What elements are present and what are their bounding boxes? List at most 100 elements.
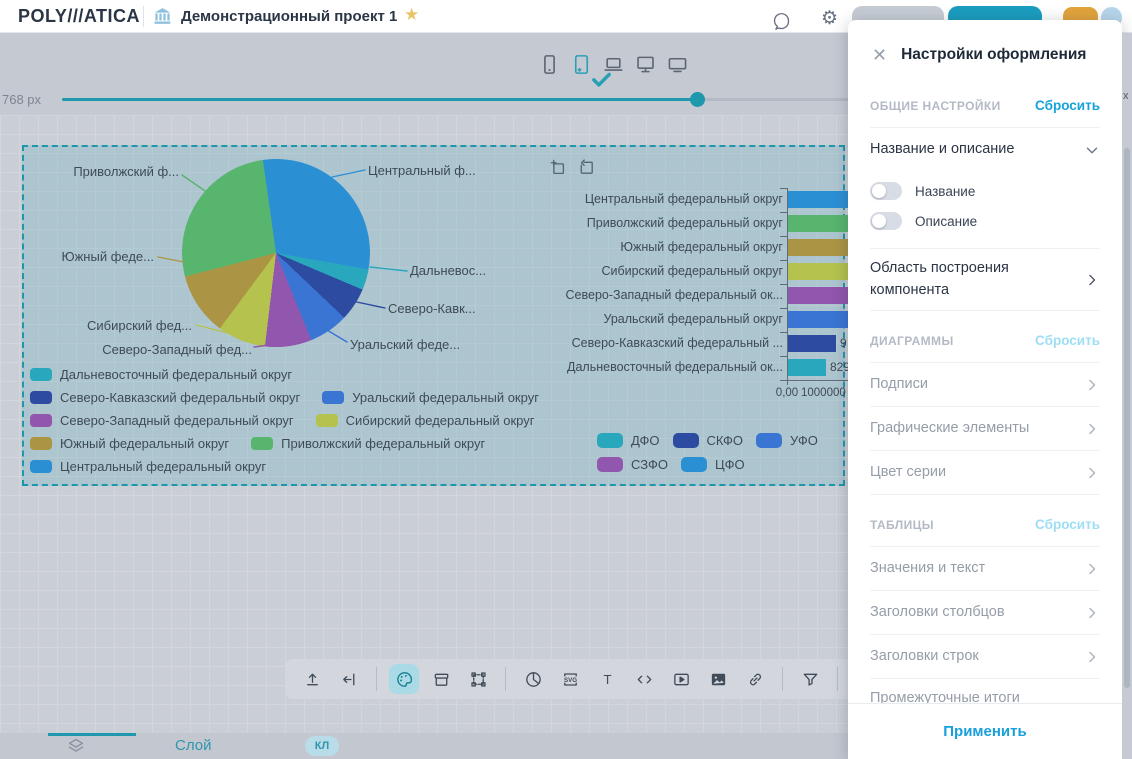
panel-row-nav[interactable]: Заголовки столбцов [870, 591, 1100, 635]
copy-plus-icon[interactable] [548, 158, 567, 182]
bar-category-label: Центральный федеральный округ [552, 192, 783, 206]
bank-icon [152, 6, 173, 27]
palette-icon[interactable] [389, 664, 419, 694]
toggle-switch[interactable] [870, 212, 902, 230]
legend-item[interactable]: Уральский федеральный округ [322, 390, 539, 405]
legend-swatch [681, 457, 707, 472]
pie-callout-label: Сибирский фед... [60, 318, 192, 333]
section-title: ТАБЛИЦЫ [870, 518, 934, 532]
close-icon[interactable]: ✕ [872, 46, 887, 64]
bar-row: Приволжский федеральный округ [552, 212, 848, 236]
panel-row-nav[interactable]: Значения и текст [870, 547, 1100, 591]
collapse-left-icon[interactable] [334, 664, 364, 694]
clipped-px-label: x [1123, 90, 1129, 102]
image-icon[interactable] [703, 664, 733, 694]
axis-tick [780, 284, 787, 285]
app-screen: POLY///ATICA Демонстрационный проект 1 ★… [0, 0, 1132, 759]
pie-callout-label: Северо-Западный фед... [82, 342, 252, 357]
reset-button[interactable]: Сбросить [1035, 517, 1100, 532]
bar-category-label: Северо-Западный федеральный ок... [552, 288, 783, 302]
axis-tick [780, 188, 787, 189]
legend-item[interactable]: Приволжский федеральный округ [251, 436, 485, 451]
width-slider-fill [62, 98, 697, 101]
layers-icon[interactable] [66, 736, 86, 756]
laptop-icon[interactable] [602, 53, 625, 76]
appearance-settings-panel: ✕ Настройки оформления ОБЩИЕ НАСТРОЙКИСб… [848, 20, 1122, 759]
legend-swatch [316, 414, 338, 427]
monitor-icon[interactable] [634, 53, 657, 76]
toggle-switch[interactable] [870, 182, 902, 200]
bar-row: Центральный федеральный округ [552, 188, 848, 212]
legend-item[interactable]: Южный федеральный округ [30, 436, 229, 451]
legend-label: ДФО [631, 433, 660, 448]
bar-y-axis [787, 188, 788, 381]
upload-icon[interactable] [297, 664, 327, 694]
layer-tab-label[interactable]: Слой [175, 737, 211, 754]
chevron-right-icon [1084, 649, 1100, 665]
undo-square-icon[interactable] [577, 158, 596, 182]
active-layer-tab-indicator [48, 733, 136, 736]
tv-icon[interactable] [666, 53, 689, 76]
reset-button[interactable]: Сбросить [1035, 333, 1100, 348]
svg-icon[interactable]: SVG [555, 664, 585, 694]
panel-row-nav[interactable]: Заголовки строк [870, 635, 1100, 679]
panel-row-nav[interactable]: Подписи [870, 363, 1100, 407]
header-divider [143, 6, 144, 27]
archive-icon[interactable] [426, 664, 456, 694]
filter-icon[interactable] [795, 664, 825, 694]
legend-label: Северо-Западный федеральный округ [60, 413, 294, 428]
bar[interactable] [788, 335, 836, 352]
text-icon[interactable]: T [592, 664, 622, 694]
legend-item[interactable]: Дальневосточный федеральный округ [30, 367, 292, 382]
bar-category-label: Уральский федеральный округ [552, 312, 783, 326]
legend-item[interactable]: Северо-Кавказский федеральный округ [30, 390, 300, 405]
scrollbar-thumb[interactable] [1124, 148, 1130, 688]
phone-icon[interactable] [538, 53, 561, 76]
panel-toggle-row: Описание [870, 206, 1100, 236]
apply-button[interactable]: Применить [943, 723, 1026, 740]
panel-row-nav[interactable]: Цвет серии [870, 451, 1100, 495]
pie-callout-label: Центральный ф... [368, 163, 476, 178]
vertical-scrollbar[interactable]: x [1122, 33, 1132, 759]
legend-item[interactable]: СКФО [673, 433, 744, 448]
legend-item[interactable]: Центральный федеральный округ [30, 459, 266, 474]
layer-badge[interactable]: КЛ [305, 736, 339, 756]
chat-icon[interactable] [771, 11, 792, 32]
reset-button[interactable]: Сбросить [1035, 98, 1100, 113]
legend-item[interactable]: СЗФО [597, 457, 668, 472]
star-icon[interactable]: ★ [404, 5, 419, 25]
legend-item[interactable]: УФО [756, 433, 818, 448]
axis-tick [780, 380, 787, 381]
legend-swatch [30, 460, 52, 473]
apply-bar: Применить [848, 703, 1122, 759]
panel-row-nav[interactable]: Область построения компонента [870, 249, 1100, 311]
legend-label: Южный федеральный округ [60, 436, 229, 451]
panel-section-header: ТАБЛИЦЫ Сбросить [870, 495, 1100, 547]
bar-chart[interactable]: Центральный федеральный округ Приволжский… [552, 188, 848, 403]
code-icon[interactable] [629, 664, 659, 694]
panel-row-nav[interactable]: Графические элементы [870, 407, 1100, 451]
tablet-icon[interactable] [570, 53, 593, 76]
toggle-label: Название [915, 184, 975, 199]
chevron-down-icon [1084, 142, 1100, 158]
legend-label: СЗФО [631, 457, 668, 472]
project-title[interactable]: Демонстрационный проект 1 [181, 8, 397, 25]
gear-icon[interactable]: ⚙ [821, 7, 838, 30]
pie-chart[interactable] [182, 159, 370, 347]
panel-row-expandable[interactable]: Название и описание [870, 128, 1100, 172]
video-icon[interactable] [666, 664, 696, 694]
section-title: ОБЩИЕ НАСТРОЙКИ [870, 99, 1001, 113]
width-slider-handle[interactable] [690, 92, 705, 107]
transform-icon[interactable] [463, 664, 493, 694]
legend-item[interactable]: ЦФО [681, 457, 745, 472]
pie-chart-icon[interactable] [518, 664, 548, 694]
bar-category-label: Приволжский федеральный округ [552, 216, 783, 230]
legend-label: Центральный федеральный округ [60, 459, 266, 474]
bar[interactable] [788, 359, 826, 376]
link-icon[interactable] [740, 664, 770, 694]
legend-item[interactable]: ДФО [597, 433, 660, 448]
legend-item[interactable]: Сибирский федеральный округ [316, 413, 535, 428]
pie-callout-label: Приволжский ф... [28, 164, 179, 179]
legend-item[interactable]: Северо-Западный федеральный округ [30, 413, 294, 428]
legend-swatch [30, 414, 52, 427]
